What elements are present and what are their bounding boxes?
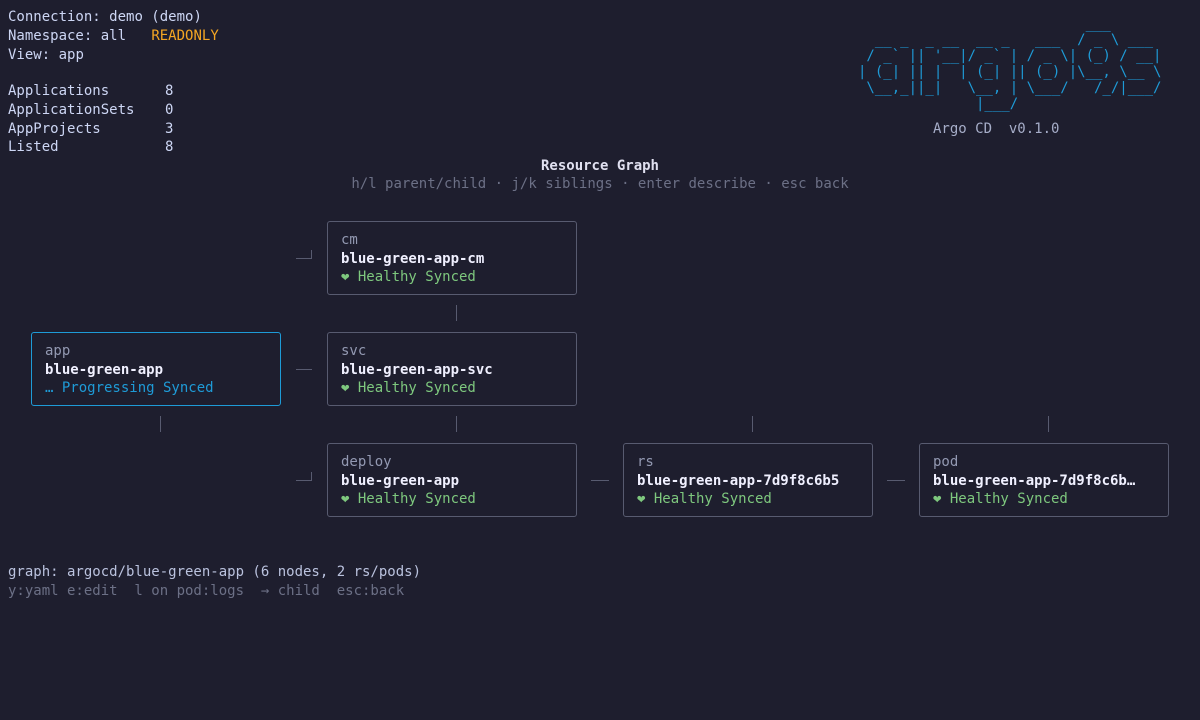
connector <box>456 416 457 432</box>
graph-node-svc[interactable]: svc blue-green-app-svc ❤ Healthy Synced <box>327 332 577 406</box>
connector <box>311 250 312 259</box>
node-kind: deploy <box>341 454 392 470</box>
connector <box>591 480 609 481</box>
connection-label: Connection: <box>8 9 101 25</box>
node-name: blue-green-app-svc <box>341 361 493 378</box>
node-name: blue-green-app-7d9f8c6b5 <box>637 472 840 489</box>
connector <box>311 472 312 481</box>
graph-summary: graph: argocd/blue-green-app (6 nodes, 2… <box>8 564 422 580</box>
namespace-label: Namespace: <box>8 28 93 44</box>
namespace-line: Namespace: all READONLY <box>8 27 219 46</box>
node-kind: pod <box>933 454 959 470</box>
stat-value: 0 <box>165 102 174 118</box>
graph-node-pod[interactable]: pod blue-green-app-7d9f8c6b… ❤ Healthy S… <box>919 443 1169 517</box>
node-kind: cm <box>341 232 358 248</box>
version-label: v0.1.0 <box>1008 121 1060 137</box>
namespace-value: all <box>100 28 127 44</box>
connector <box>296 258 312 259</box>
stat-listed: Listed 8 <box>8 138 173 157</box>
stat-applicationsets: ApplicationSets 0 <box>8 101 173 120</box>
connection-line: Connection: demo (demo) <box>8 8 202 27</box>
connector <box>752 416 753 432</box>
stat-label: Listed <box>8 139 59 155</box>
stat-label: AppProjects <box>8 121 101 137</box>
keybinding-hints: y:yaml e:edit l on pod:logs → child esc:… <box>8 583 405 599</box>
graph-node-rs[interactable]: rs blue-green-app-7d9f8c6b5 ❤ Healthy Sy… <box>623 443 873 517</box>
readonly-badge: READONLY <box>151 28 219 44</box>
graph-help-text: h/l parent/child · j/k siblings · enter … <box>351 176 849 192</box>
node-status: ❤ Healthy Synced <box>341 491 476 507</box>
view-value: app <box>58 47 84 63</box>
connector <box>456 305 457 321</box>
stat-appprojects: AppProjects 3 <box>8 120 173 139</box>
node-name: blue-green-app <box>45 361 164 378</box>
connector <box>160 416 161 432</box>
connector <box>887 480 905 481</box>
brand-name: Argo CD <box>933 121 993 137</box>
connection-value: demo (demo) <box>109 9 202 25</box>
stat-label: ApplicationSets <box>8 102 135 118</box>
node-name: blue-green-app <box>341 472 460 489</box>
graph-node-cm[interactable]: cm blue-green-app-cm ❤ Healthy Synced <box>327 221 577 295</box>
view-label: View: <box>8 47 51 63</box>
brand-version: Argo CD v0.1.0 <box>933 120 1059 139</box>
stat-value: 8 <box>165 83 174 99</box>
node-kind: app <box>45 343 71 359</box>
node-status: ❤ Healthy Synced <box>933 491 1068 507</box>
stat-value: 3 <box>165 121 174 137</box>
graph-node-deploy[interactable]: deploy blue-green-app ❤ Healthy Synced <box>327 443 577 517</box>
node-status: … Progressing Synced <box>45 380 214 396</box>
connector <box>1048 416 1049 432</box>
node-status: ❤ Healthy Synced <box>341 269 476 285</box>
view-line: View: app <box>8 46 84 65</box>
argocd-ascii-logo: ___ __ _ _ __ __ _ ___ / _ \ ___ / _` ||… <box>858 16 1162 112</box>
graph-title: Resource Graph <box>540 158 659 174</box>
node-kind: svc <box>341 343 367 359</box>
stat-label: Applications <box>8 83 110 99</box>
graph-node-app[interactable]: app blue-green-app … Progressing Synced <box>31 332 281 406</box>
connector <box>296 480 312 481</box>
node-status: ❤ Healthy Synced <box>637 491 772 507</box>
node-status: ❤ Healthy Synced <box>341 380 476 396</box>
stat-applications: Applications 8 <box>8 82 173 101</box>
connector <box>296 369 312 370</box>
node-name: blue-green-app-7d9f8c6b… <box>933 472 1136 489</box>
node-kind: rs <box>637 454 654 470</box>
stat-value: 8 <box>165 139 174 155</box>
node-name: blue-green-app-cm <box>341 250 485 267</box>
